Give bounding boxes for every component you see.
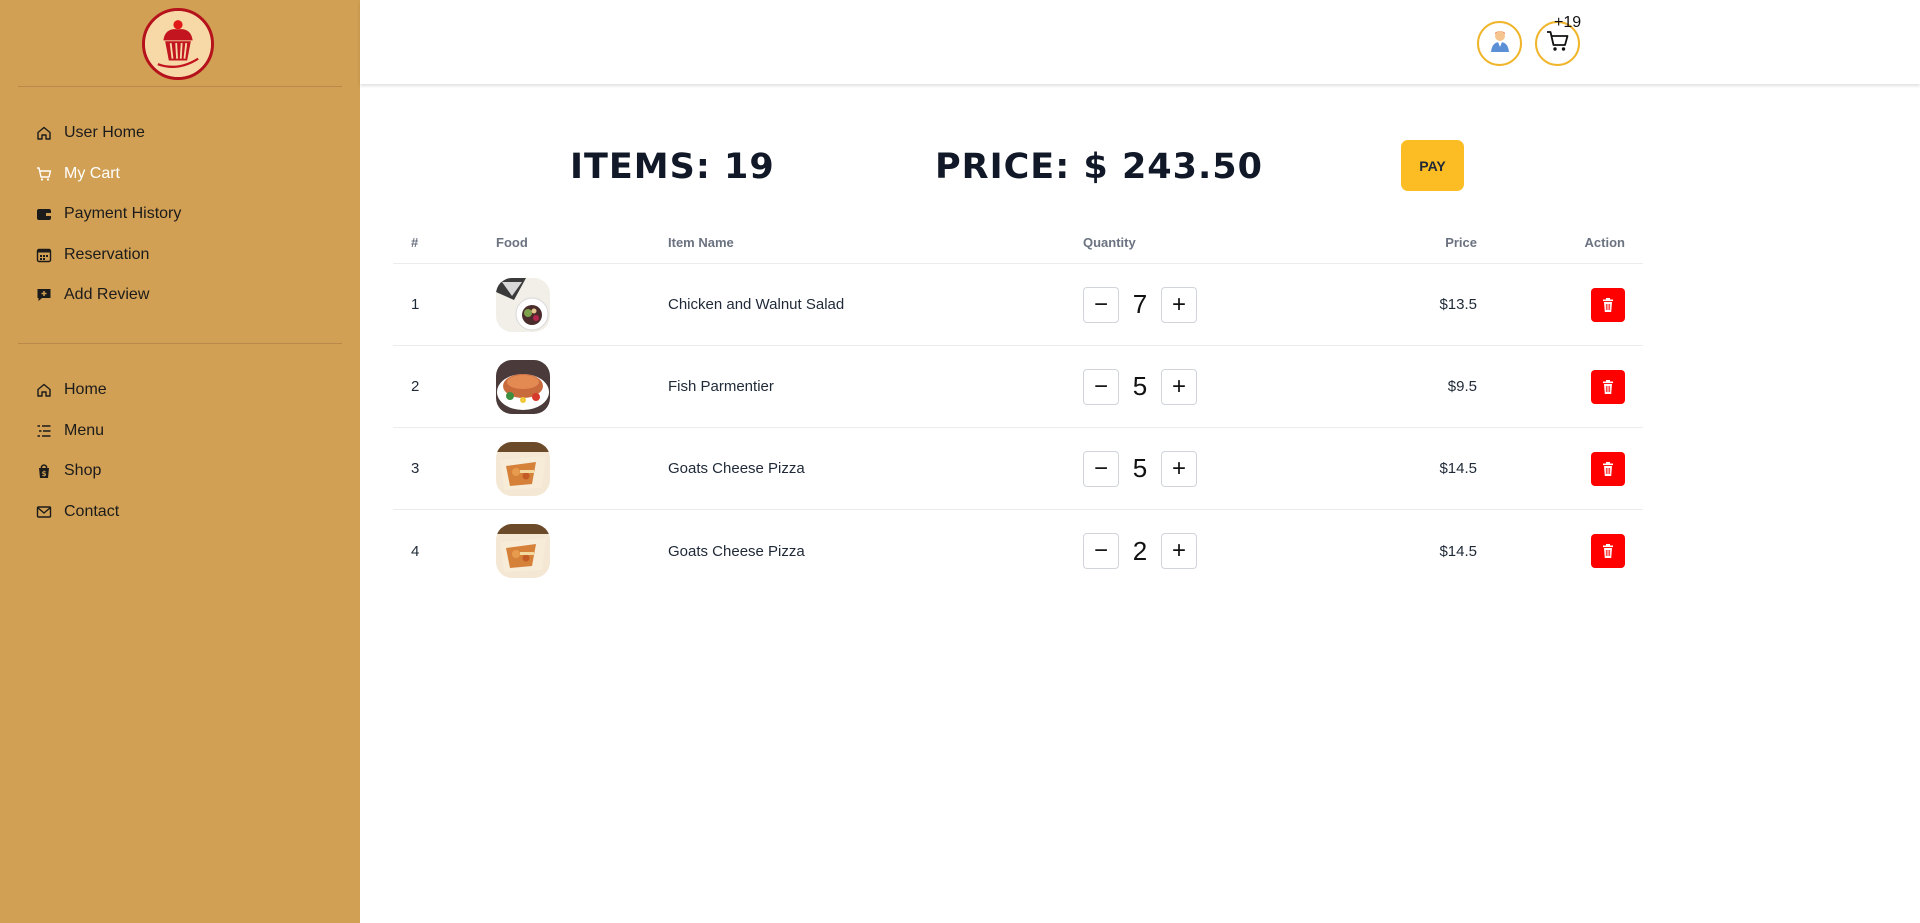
table-header: # Food Item Name Quantity Price Action [393,222,1643,264]
quantity-value: 5 [1132,371,1148,401]
cart-icon [1546,30,1570,57]
user-nav: User Home My Cart Payment History Reserv… [36,113,336,316]
header-item-name: Item Name [668,235,734,250]
sidebar-item-label: Contact [64,502,120,520]
item-name: Goats Cheese Pizza [668,542,805,560]
quantity-stepper: − 5 + [1083,428,1197,509]
decrease-quantity-button[interactable]: − [1083,368,1119,405]
quantity-stepper: − 2 + [1083,510,1197,592]
trash-icon [1601,461,1615,476]
quantity-value: 2 [1132,535,1148,566]
delete-item-button[interactable] [1591,534,1625,568]
menu-list-icon [36,423,52,439]
sidebar-item-user-home[interactable]: User Home [36,113,336,154]
review-icon [36,287,52,303]
item-name: Fish Parmentier [668,378,774,395]
calendar-icon [36,247,52,263]
row-number: 3 [411,460,420,477]
sidebar-item-label: Shop [64,462,102,480]
sidebar-item-home[interactable]: Home [36,370,336,411]
item-price: $14.5 [1439,542,1477,560]
row-number: 1 [411,296,420,313]
quantity-stepper: − 7 + [1083,264,1197,345]
svg-text:$: $ [42,470,47,478]
sidebar-divider [18,86,342,87]
top-bar: +19 [360,0,1920,84]
food-thumbnail [496,346,550,427]
food-thumbnail [496,428,550,509]
decrease-quantity-button[interactable]: − [1083,286,1119,323]
header-price: Price [1445,235,1477,250]
action-cell [1591,510,1625,592]
table-row: 2 Fish Parmentier − 5 + $9.5 [393,346,1643,428]
item-price: $9.5 [1447,378,1477,395]
home-icon [36,125,52,141]
quantity-stepper: − 5 + [1083,346,1197,427]
cart-table: # Food Item Name Quantity Price Action 1… [393,222,1643,592]
sidebar-item-reservation[interactable]: Reservation [36,235,336,276]
delete-item-button[interactable] [1591,369,1625,404]
sidebar-item-label: Add Review [64,286,150,304]
sidebar-item-contact[interactable]: Contact [36,492,336,533]
header-food: Food [496,235,528,250]
sidebar-item-my-cart[interactable]: My Cart [36,154,336,195]
trash-icon [1601,297,1615,312]
header-action: Action [1584,235,1625,250]
sidebar: User Home My Cart Payment History Reserv… [0,0,360,923]
decrease-quantity-button[interactable]: − [1083,450,1119,487]
home-icon [36,382,52,398]
items-total: ITEMS: 19 [570,147,775,187]
increase-quantity-button[interactable]: + [1161,450,1197,487]
sidebar-item-label: Menu [64,421,105,439]
quantity-value: 7 [1132,289,1148,319]
table-row: 1 Chicken and Walnut Salad − 7 + $13.5 [393,264,1643,346]
sidebar-item-menu[interactable]: Menu [36,411,336,452]
trash-icon [1601,544,1615,558]
increase-quantity-button[interactable]: + [1161,368,1197,405]
increase-quantity-button[interactable]: + [1161,533,1197,569]
row-number: 4 [411,542,420,560]
sidebar-item-label: Payment History [64,205,182,223]
sidebar-item-payment-history[interactable]: Payment History [36,194,336,235]
delete-item-button[interactable] [1591,451,1625,486]
app-root: User Home My Cart Payment History Reserv… [0,0,1920,923]
table-row: 4 Goats Cheese Pizza − 2 + $14.5 [393,510,1643,592]
cart-icon [36,166,52,182]
sidebar-item-shop[interactable]: $ Shop [36,451,336,492]
mail-icon [36,504,52,520]
cake-stand-logo[interactable] [142,8,214,80]
item-name: Goats Cheese Pizza [668,460,805,477]
item-price: $13.5 [1439,296,1477,313]
header-quantity: Quantity [1083,235,1136,250]
sidebar-divider [18,343,342,344]
price-total: PRICE: $ 243.50 [935,147,1264,187]
decrease-quantity-button[interactable]: − [1083,533,1119,569]
sidebar-item-label: Reservation [64,245,150,263]
action-cell [1591,346,1625,427]
quantity-value: 5 [1132,453,1148,483]
sidebar-item-label: Home [64,381,107,399]
delete-item-button[interactable] [1591,287,1625,322]
sidebar-item-label: My Cart [64,164,120,182]
item-price: $14.5 [1439,460,1477,477]
sidebar-item-label: User Home [64,124,145,142]
action-cell [1591,428,1625,509]
sidebar-item-add-review[interactable]: Add Review [36,275,336,316]
main-nav: Home Menu $ Shop Contact [36,370,336,532]
trash-icon [1601,379,1615,394]
user-avatar-icon [1489,29,1511,58]
cart-count-badge: +19 [1554,14,1582,31]
header-num: # [411,235,419,250]
wallet-icon [36,206,52,222]
action-cell [1591,264,1625,345]
shopping-bag-icon: $ [36,463,52,479]
food-thumbnail [496,264,550,345]
row-number: 2 [411,378,420,395]
pay-button[interactable]: PAY [1401,140,1464,191]
increase-quantity-button[interactable]: + [1161,286,1197,323]
item-name: Chicken and Walnut Salad [668,296,845,313]
table-row: 3 Goats Cheese Pizza − 5 + $14.5 [393,428,1643,510]
user-avatar-button[interactable] [1477,21,1522,66]
food-thumbnail [496,510,550,592]
